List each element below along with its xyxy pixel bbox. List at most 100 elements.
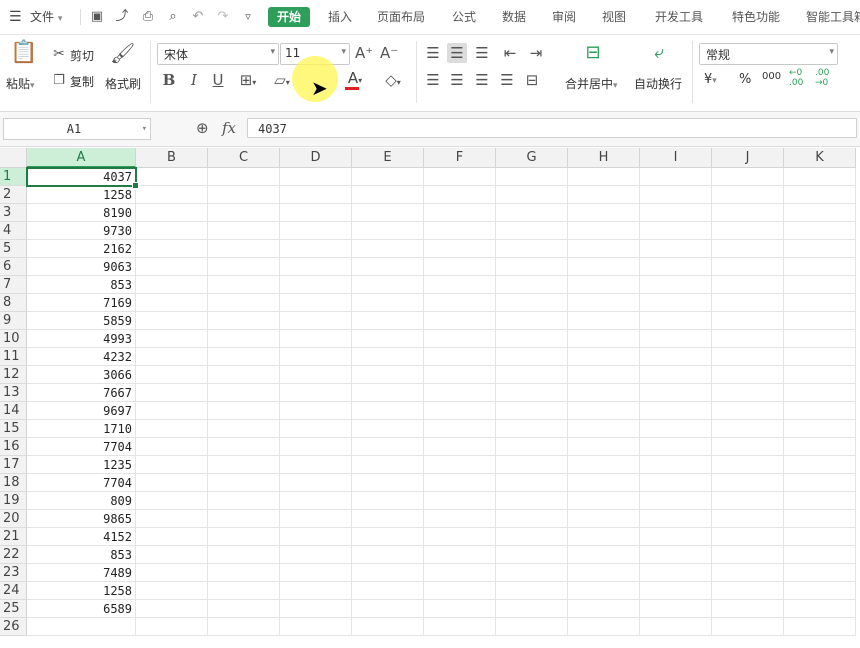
tab-view[interactable]: 视图 [602,7,626,27]
cell-g11[interactable] [496,348,568,366]
cell-h14[interactable] [568,402,640,420]
row-header[interactable]: 11 [0,348,27,366]
cell-j7[interactable] [712,276,784,294]
distributed-align-icon[interactable]: ⊟ [522,70,542,90]
cell-c10[interactable] [208,330,280,348]
cell-j24[interactable] [712,582,784,600]
clear-format-icon[interactable]: ◇▾ [380,70,406,93]
cell-g6[interactable] [496,258,568,276]
align-right-icon[interactable]: ☰ [472,70,492,90]
cell-f3[interactable] [424,204,496,222]
export-icon[interactable]: ⤴ [114,9,130,25]
cell-g19[interactable] [496,492,568,510]
cell-a23[interactable]: 7489 [27,564,136,582]
cell-g17[interactable] [496,456,568,474]
cell-b9[interactable] [136,312,208,330]
cell-k24[interactable] [784,582,856,600]
row-header[interactable]: 18 [0,474,27,492]
cell-e2[interactable] [352,186,424,204]
cell-c19[interactable] [208,492,280,510]
cell-k23[interactable] [784,564,856,582]
cell-d26[interactable] [280,618,352,636]
cell-g7[interactable] [496,276,568,294]
cell-f2[interactable] [424,186,496,204]
cell-h13[interactable] [568,384,640,402]
cell-d21[interactable] [280,528,352,546]
cell-d3[interactable] [280,204,352,222]
row-header[interactable]: 1 [0,168,27,186]
row-header[interactable]: 21 [0,528,27,546]
cell-d12[interactable] [280,366,352,384]
zoom-icon[interactable]: ⊕ [196,119,209,137]
cell-i8[interactable] [640,294,712,312]
cell-c8[interactable] [208,294,280,312]
cell-f12[interactable] [424,366,496,384]
cell-c23[interactable] [208,564,280,582]
cell-c9[interactable] [208,312,280,330]
cell-g3[interactable] [496,204,568,222]
cell-j9[interactable] [712,312,784,330]
cell-e16[interactable] [352,438,424,456]
cell-j8[interactable] [712,294,784,312]
cell-f20[interactable] [424,510,496,528]
cell-g8[interactable] [496,294,568,312]
cell-i19[interactable] [640,492,712,510]
cell-b17[interactable] [136,456,208,474]
cell-j13[interactable] [712,384,784,402]
cell-b3[interactable] [136,204,208,222]
thousands-separator-button[interactable]: 000 [762,71,781,82]
cell-i4[interactable] [640,222,712,240]
cell-i24[interactable] [640,582,712,600]
cell-k20[interactable] [784,510,856,528]
font-name-select[interactable]: 宋体 ▾ [157,43,279,65]
cell-k12[interactable] [784,366,856,384]
cell-f18[interactable] [424,474,496,492]
print-preview-icon[interactable]: ⌕ [165,9,181,25]
cell-e26[interactable] [352,618,424,636]
cell-h16[interactable] [568,438,640,456]
cell-e17[interactable] [352,456,424,474]
row-header[interactable]: 5 [0,240,27,258]
cell-h10[interactable] [568,330,640,348]
cell-e13[interactable] [352,384,424,402]
cell-e6[interactable] [352,258,424,276]
cell-f9[interactable] [424,312,496,330]
cell-a7[interactable]: 853 [27,276,136,294]
cell-j6[interactable] [712,258,784,276]
cell-i6[interactable] [640,258,712,276]
cell-h26[interactable] [568,618,640,636]
borders-icon[interactable]: ⊞▾ [236,70,260,93]
cell-e9[interactable] [352,312,424,330]
cell-f7[interactable] [424,276,496,294]
increase-decimal-icon[interactable]: ←0.00 [789,68,803,88]
cell-g18[interactable] [496,474,568,492]
cell-h25[interactable] [568,600,640,618]
column-header-h[interactable]: H [568,148,640,168]
cell-k1[interactable] [784,168,856,186]
fill-handle[interactable] [132,182,139,189]
cell-b15[interactable] [136,420,208,438]
row-header[interactable]: 22 [0,546,27,564]
cell-a2[interactable]: 1258 [27,186,136,204]
cell-d23[interactable] [280,564,352,582]
cell-k11[interactable] [784,348,856,366]
cell-g13[interactable] [496,384,568,402]
cell-h6[interactable] [568,258,640,276]
cell-g16[interactable] [496,438,568,456]
cell-a10[interactable]: 4993 [27,330,136,348]
cell-h3[interactable] [568,204,640,222]
cell-b20[interactable] [136,510,208,528]
cell-c26[interactable] [208,618,280,636]
cell-j10[interactable] [712,330,784,348]
cell-k5[interactable] [784,240,856,258]
cell-i1[interactable] [640,168,712,186]
column-header-d[interactable]: D [280,148,352,168]
name-box[interactable]: A1 ▾ [3,118,151,140]
cell-d13[interactable] [280,384,352,402]
cell-c12[interactable] [208,366,280,384]
row-header[interactable]: 8 [0,294,27,312]
formula-input[interactable]: 4037 [247,118,857,138]
cell-b14[interactable] [136,402,208,420]
cell-g23[interactable] [496,564,568,582]
cell-c5[interactable] [208,240,280,258]
